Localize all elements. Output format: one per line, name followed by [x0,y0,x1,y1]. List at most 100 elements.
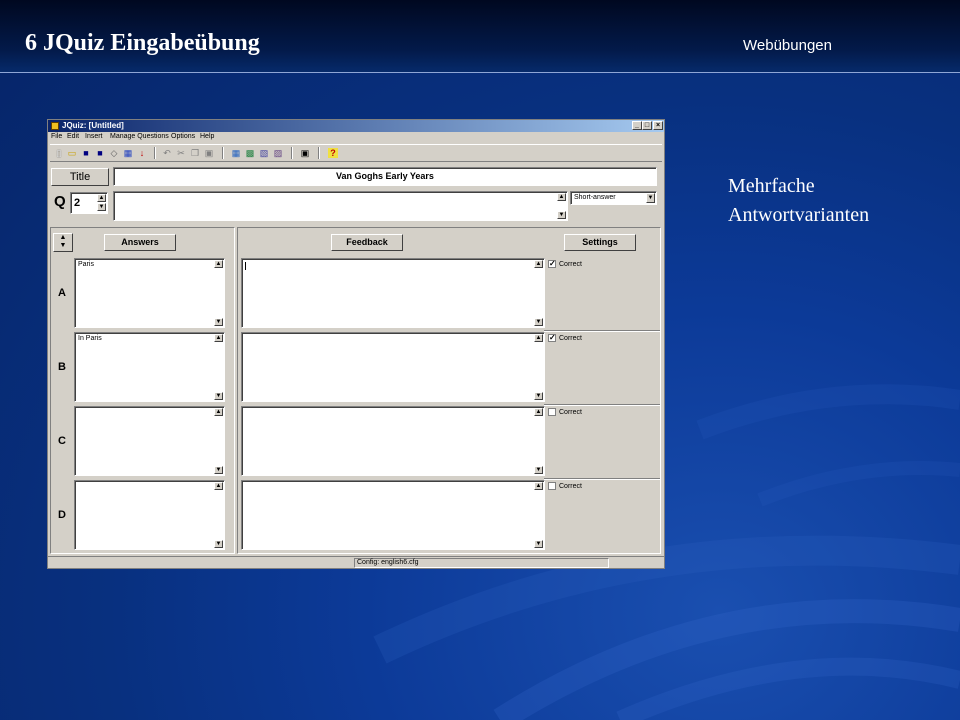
scroll-up-icon[interactable]: ▲ [534,334,543,342]
question-number: 2 [74,197,81,209]
window-title: JQuiz: [Untitled] [62,121,124,130]
feedback-d-input[interactable]: ▲ ▼ [241,480,545,550]
scroll-down-icon[interactable]: ▼ [534,540,543,548]
scroll-up-icon[interactable]: ▲ [534,260,543,268]
menu-manage-questions[interactable]: Manage Questions [110,133,169,140]
slide-title: 6 JQuiz Eingabeübung [25,30,260,56]
scroll-up-icon[interactable]: ▲ [214,260,223,268]
slide-section-label: Webübungen [743,37,832,54]
paste-icon[interactable]: ▣ [204,148,214,158]
correct-a-label: Correct [559,261,582,268]
answer-d-input[interactable]: ▲ ▼ [74,480,225,550]
scroll-down-icon[interactable]: ▼ [214,466,223,474]
new-icon[interactable]: ▯ [54,148,64,158]
menu-file[interactable]: File [51,133,62,140]
answer-a-text: Paris [78,261,94,268]
row-divider [544,478,660,480]
tool3-icon[interactable]: ▧ [259,148,269,158]
close-button[interactable]: × [653,121,663,130]
copy-icon[interactable]: ❐ [190,148,200,158]
scroll-down-icon[interactable]: ▼ [557,211,566,219]
app-icon [51,122,59,130]
minimize-button[interactable]: _ [632,121,642,130]
answer-b-input[interactable]: In Paris ▲ ▼ [74,332,225,402]
text-cursor [245,262,246,270]
export-icon[interactable]: ↓ [137,148,147,158]
toolbar: ▯ ▭ ■ ■ ◇ ▦ ↓ ↶ ✂ ❐ ▣ ▦ ▩ ▧ ▨ ▣ ? [50,144,662,162]
scroll-down-icon[interactable]: ▼ [534,392,543,400]
row-label-a: A [58,287,66,299]
answer-a-input[interactable]: Paris ▲ ▼ [74,258,225,328]
tool4-icon[interactable]: ▨ [273,148,283,158]
feedback-c-input[interactable]: ▲ ▼ [241,406,545,476]
undo-icon[interactable]: ↶ [162,148,172,158]
question-label: Q [54,193,66,210]
save-as-icon[interactable]: ■ [95,148,105,158]
jquiz-window: JQuiz: [Untitled] _ □ × File Edit Insert… [48,120,664,568]
menu-bar: File Edit Insert Manage Questions Option… [48,132,664,142]
open-icon[interactable]: ▭ [67,148,77,158]
scroll-down-icon[interactable]: ▼ [214,540,223,548]
correct-a-checkbox[interactable]: ✓ [548,260,556,268]
correct-b-checkbox[interactable]: ✓ [548,334,556,342]
row-divider [544,330,660,332]
menu-options[interactable]: Options [171,133,195,140]
row-label-c: C [58,435,66,447]
scroll-up-icon[interactable]: ▲ [214,482,223,490]
spinner-up-icon[interactable]: ▲ [97,194,106,202]
row-label-d: D [58,509,66,521]
web-icon[interactable]: ▦ [123,148,133,158]
row-label-b: B [58,361,66,373]
title-input-value: Van Goghs Early Years [336,171,434,181]
answers-column-button[interactable]: Answers [104,234,176,251]
settings-column-button[interactable]: Settings [564,234,636,251]
menu-help[interactable]: Help [200,133,214,140]
row-divider [544,404,660,406]
save-icon[interactable]: ■ [81,148,91,158]
toolbar-separator [154,147,156,159]
scroll-down-icon[interactable]: ▼ [214,318,223,326]
scroll-down-icon[interactable]: ▼ [534,466,543,474]
cut-icon[interactable]: ✂ [176,148,186,158]
dropdown-arrow-icon[interactable]: ▼ [646,193,655,203]
scroll-up-icon[interactable]: ▲ [214,334,223,342]
maximize-button[interactable]: □ [642,121,652,130]
question-number-spinner[interactable]: 2 ▲ ▼ [70,192,108,214]
answer-b-text: In Paris [78,335,102,342]
eraser-icon[interactable]: ◇ [109,148,119,158]
scroll-down-icon[interactable]: ▼ [534,318,543,326]
slide-side-note: Mehrfache Antwortvarianten [728,175,870,226]
tool2-icon[interactable]: ▩ [245,148,255,158]
correct-d-checkbox[interactable] [548,482,556,490]
title-label-button[interactable]: Title [51,168,109,186]
status-bar: Config: english6.cfg [48,556,664,569]
toolbar-separator [318,147,320,159]
toolbar-separator [222,147,224,159]
question-type-select[interactable]: Short-answer ▼ [570,191,657,205]
status-config: Config: english6.cfg [354,558,609,568]
scroll-down-icon[interactable]: ▼ [214,392,223,400]
correct-b-label: Correct [559,335,582,342]
toolbar-separator [291,147,293,159]
header-divider [0,72,960,73]
menu-edit[interactable]: Edit [67,133,79,140]
feedback-column-button[interactable]: Feedback [331,234,403,251]
monitor-icon[interactable]: ▣ [300,148,310,158]
menu-insert[interactable]: Insert [85,133,103,140]
reorder-arrows-button[interactable]: ▲ ▼ [53,233,73,252]
question-type-value: Short-answer [574,194,616,201]
tool1-icon[interactable]: ▦ [231,148,241,158]
answer-c-input[interactable]: ▲ ▼ [74,406,225,476]
title-input[interactable]: Van Goghs Early Years [113,167,657,186]
scroll-up-icon[interactable]: ▲ [534,482,543,490]
feedback-a-input[interactable]: ▲ ▼ [241,258,545,328]
correct-c-checkbox[interactable] [548,408,556,416]
help-icon[interactable]: ? [328,148,338,158]
scroll-up-icon[interactable]: ▲ [214,408,223,416]
scroll-up-icon[interactable]: ▲ [557,193,566,201]
scroll-up-icon[interactable]: ▲ [534,408,543,416]
window-titlebar[interactable]: JQuiz: [Untitled] _ □ × [48,120,664,132]
feedback-b-input[interactable]: ▲ ▼ [241,332,545,402]
question-text-input[interactable]: ▲ ▼ [113,191,568,221]
spinner-down-icon[interactable]: ▼ [97,203,106,211]
